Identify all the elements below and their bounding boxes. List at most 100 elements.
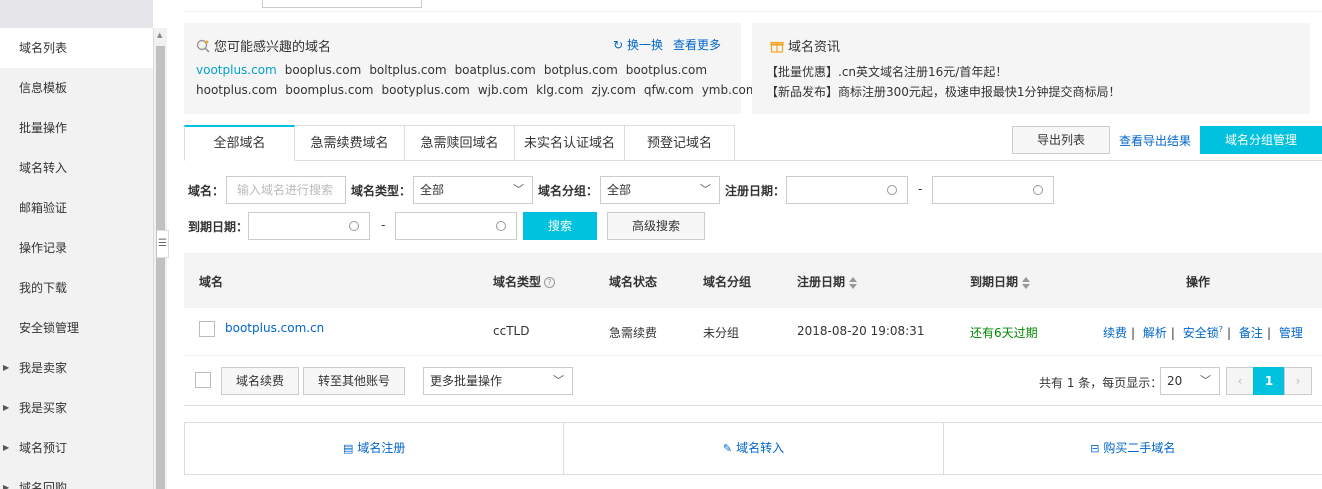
col-reg-date[interactable]: 注册日期 <box>797 273 858 290</box>
page-button-current[interactable]: 1 <box>1253 367 1285 395</box>
suggest-domain[interactable]: ymb.com <box>702 83 758 97</box>
suggest-panel: 您可能感兴趣的域名 ↻ 换一换 查看更多 vootplus.com booplu… <box>184 23 758 114</box>
sidebar-group-buyer[interactable]: ▶ 我是买家 <box>0 388 153 428</box>
op-renew-link[interactable]: 续费 <box>1103 326 1127 340</box>
suggest-domain[interactable]: zjy.com <box>591 83 635 97</box>
row-reg-date: 2018-08-20 19:08:31 <box>797 324 925 338</box>
batch-transfer-button[interactable]: 转至其他账号 <box>303 367 405 395</box>
search-button[interactable]: 搜索 <box>523 212 597 240</box>
sidebar-item-batch[interactable]: 批量操作 <box>0 108 153 148</box>
domain-search-input[interactable]: 输入域名进行搜索 <box>226 176 346 204</box>
domain-filter-label: 域名： <box>188 184 225 198</box>
clock-icon <box>1033 185 1043 195</box>
scrollbar-thumb[interactable] <box>156 46 165 489</box>
sidebar-scrollbar[interactable]: ▲ <box>153 28 167 489</box>
op-separator: | <box>1266 326 1271 340</box>
suggest-domain[interactable]: boltplus.com <box>369 63 446 77</box>
exp-date-end[interactable] <box>395 212 517 240</box>
news-panel: 域名资讯 【批量优惠】.cn英文域名注册16元/首年起！ 【新品发布】商标注册3… <box>752 23 1310 114</box>
op-dns-link[interactable]: 解析 <box>1143 326 1167 340</box>
next-page-button[interactable]: › <box>1284 367 1312 395</box>
suggest-domain[interactable]: booplus.com <box>285 63 362 77</box>
clock-icon <box>349 221 359 231</box>
tab-redeem-urgent[interactable]: 急需赎回域名 <box>405 125 515 161</box>
suggest-domain[interactable]: hootplus.com <box>196 83 277 97</box>
domain-tabs: 全部域名 急需续费域名 急需赎回域名 未实名认证域名 预登记域名 <box>184 125 735 161</box>
top-cut-box <box>262 0 422 8</box>
sidebar-item-lock[interactable]: 安全锁管理 <box>0 308 153 348</box>
row-exp-status: 还有6天过期 <box>970 326 1038 340</box>
caret-right-icon: ▶ <box>3 363 10 372</box>
exp-date-start[interactable] <box>248 212 370 240</box>
group-manage-button[interactable]: 域名分组管理 <box>1200 126 1322 154</box>
sidebar-group-seller[interactable]: ▶ 我是卖家 <box>0 348 153 388</box>
total-count-text: 共有 1 条，每页显示： <box>1039 376 1163 390</box>
caret-right-icon: ▶ <box>3 443 10 452</box>
table-row: bootplus.com.cn ccTLD 急需续费 未分组 2018-08-2… <box>184 308 1322 356</box>
suggest-domain[interactable]: bootplus.com <box>626 63 707 77</box>
col-group: 域名分组 <box>703 275 752 289</box>
transfer-in-label: 域名转入 <box>736 441 785 455</box>
tab-renew-urgent[interactable]: 急需续费域名 <box>295 125 405 161</box>
pencil-icon: ✎ <box>722 442 733 455</box>
sidebar-item-transfer-in[interactable]: 域名转入 <box>0 148 153 188</box>
suggest-domain[interactable]: bootyplus.com <box>382 83 470 97</box>
suggest-domain[interactable]: wjb.com <box>478 83 528 97</box>
reg-date-end[interactable] <box>932 176 1054 204</box>
export-list-button[interactable]: 导出列表 <box>1012 126 1110 154</box>
clock-icon <box>496 221 506 231</box>
buy-used-domain-button[interactable]: ⊟ 购买二手域名 <box>944 423 1322 474</box>
group-select[interactable]: 全部 ﹀ <box>600 176 720 204</box>
tab-all-domains[interactable]: 全部域名 <box>184 125 295 161</box>
sidebar-item-domain-list[interactable]: 域名列表 <box>0 28 153 68</box>
sort-icon[interactable] <box>1022 276 1031 289</box>
col-exp-date[interactable]: 到期日期 <box>970 273 1031 290</box>
row-checkbox[interactable] <box>199 321 215 337</box>
export-result-link[interactable]: 查看导出结果 <box>1119 132 1191 149</box>
suggest-domain[interactable]: qfw.com <box>644 83 694 97</box>
batch-renew-button[interactable]: 域名续费 <box>221 367 299 395</box>
sidebar-item-info-template[interactable]: 信息模板 <box>0 68 153 108</box>
sidebar-group-reserve[interactable]: ▶ 域名预订 <box>0 428 153 468</box>
suggest-domain[interactable]: botplus.com <box>544 63 618 77</box>
sidebar-collapse-handle[interactable]: ☰ <box>157 230 169 258</box>
col-exp-date-label: 到期日期 <box>970 275 1019 289</box>
table-header: 域名 域名类型? 域名状态 域名分组 注册日期 到期日期 操作 <box>184 253 1322 308</box>
transfer-in-button[interactable]: ✎ 域名转入 <box>564 423 944 474</box>
see-more-link[interactable]: 查看更多 <box>673 36 721 53</box>
sort-icon[interactable] <box>849 276 858 289</box>
cart-icon: ⊟ <box>1090 442 1100 455</box>
sidebar-item-email-verify[interactable]: 邮箱验证 <box>0 188 153 228</box>
suggest-domain[interactable]: klg.com <box>536 83 583 97</box>
sidebar-item-op-log[interactable]: 操作记录 <box>0 228 153 268</box>
help-icon[interactable]: ? <box>544 277 556 288</box>
scroll-up-icon[interactable]: ▲ <box>157 31 162 39</box>
op-note-link[interactable]: 备注 <box>1239 326 1263 340</box>
sidebar-item-downloads[interactable]: 我的下载 <box>0 268 153 308</box>
reg-date-start[interactable] <box>786 176 908 204</box>
suggest-domain[interactable]: boomplus.com <box>285 83 373 97</box>
row-domain-link[interactable]: bootplus.com.cn <box>225 321 324 335</box>
select-all-checkbox[interactable] <box>195 372 211 388</box>
page-size-select[interactable]: 20 ﹀ <box>1160 367 1220 395</box>
news-item[interactable]: 【批量优惠】.cn英文域名注册16元/首年起！ <box>766 63 1007 80</box>
op-separator: | <box>1170 326 1175 340</box>
op-lock-link[interactable]: 安全锁? <box>1183 325 1223 340</box>
more-batch-select[interactable]: 更多批量操作 ﹀ <box>423 367 573 395</box>
refresh-icon: ↻ <box>613 38 624 52</box>
tab-preregister[interactable]: 预登记域名 <box>625 125 735 161</box>
suggest-domain[interactable]: boatplus.com <box>455 63 536 77</box>
suggest-domain[interactable]: vootplus.com <box>196 63 277 77</box>
document-icon: ▤ <box>342 442 354 455</box>
tab-unverified[interactable]: 未实名认证域名 <box>515 125 625 161</box>
op-manage-link[interactable]: 管理 <box>1279 326 1303 340</box>
refresh-link[interactable]: ↻ 换一换 <box>613 36 663 53</box>
register-domain-button[interactable]: ▤ 域名注册 <box>185 423 565 474</box>
top-cut-strip <box>184 0 1322 12</box>
advanced-search-button[interactable]: 高级搜索 <box>607 212 705 240</box>
col-ops: 操作 <box>1186 275 1211 289</box>
prev-page-button[interactable]: ‹ <box>1226 367 1254 395</box>
sidebar-group-buyback[interactable]: ▶ 域名回购 <box>0 468 153 489</box>
type-select[interactable]: 全部 ﹀ <box>413 176 533 204</box>
news-item[interactable]: 【新品发布】商标注册300元起，极速申报最快1分钟提交商标局！ <box>766 83 1121 100</box>
